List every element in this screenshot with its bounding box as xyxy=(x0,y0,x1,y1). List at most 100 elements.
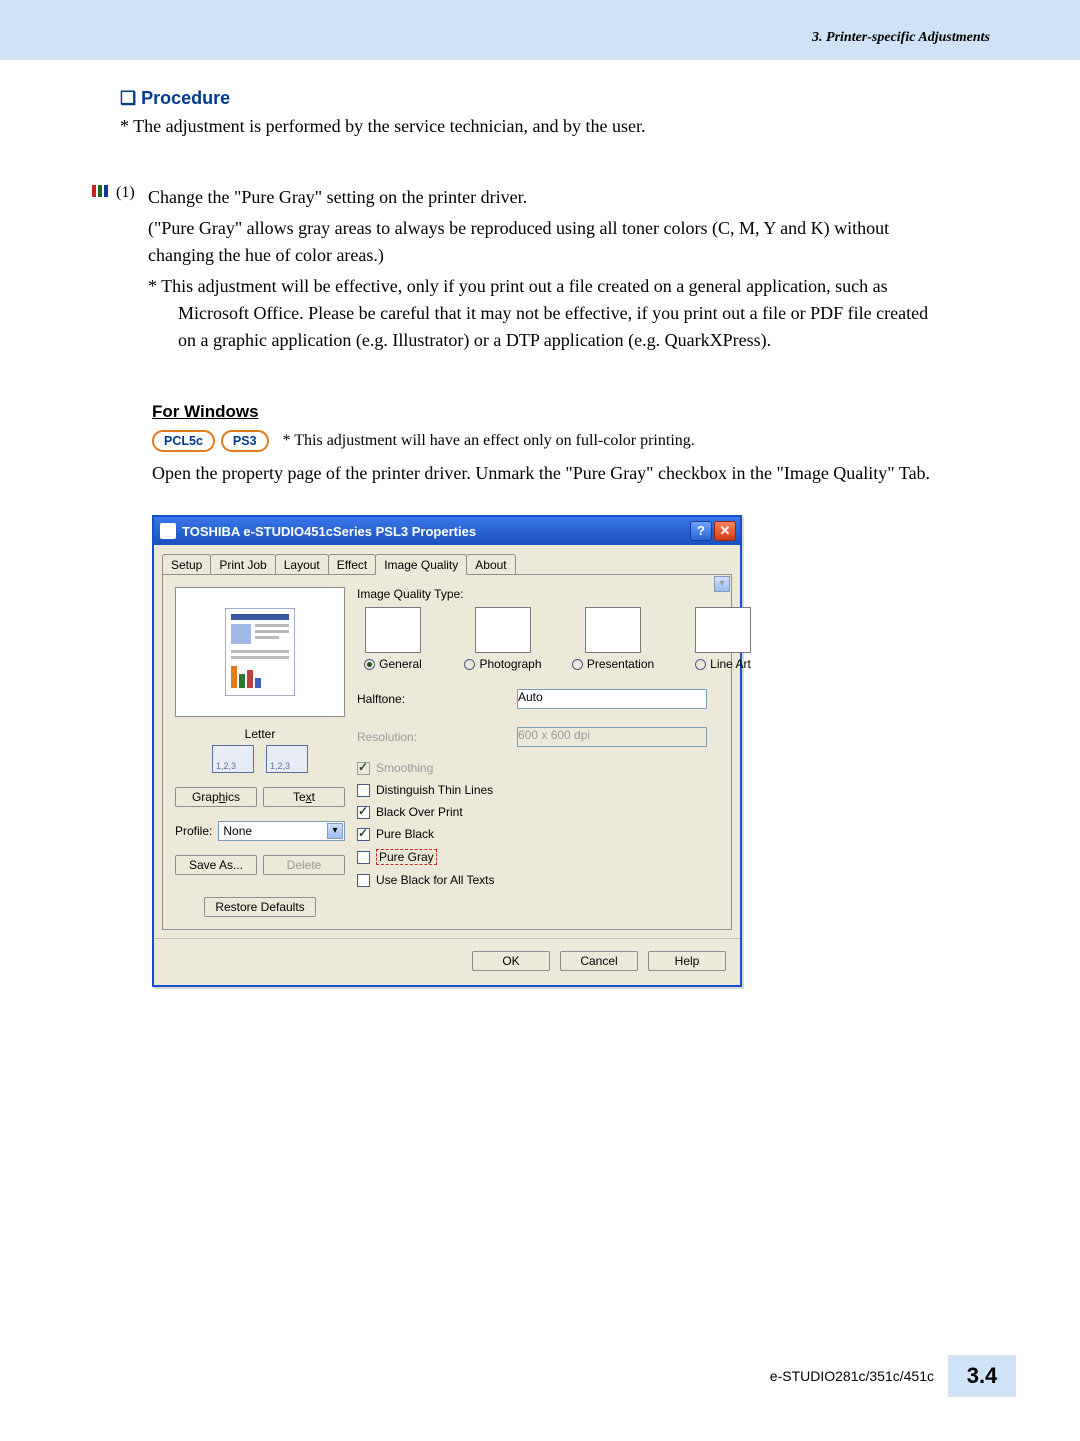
image-quality-type-row: General Photograph Presentation Line Art xyxy=(357,607,759,671)
printer-icon xyxy=(160,523,176,539)
useblack-checkbox[interactable] xyxy=(357,874,370,887)
step-marker-icon xyxy=(92,184,110,198)
page-header-band: 3. Printer-specific Adjustments xyxy=(0,0,1080,60)
dialog-title: TOSHIBA e-STUDIO451cSeries PSL3 Properti… xyxy=(182,524,476,539)
iqt-lineart-thumb xyxy=(695,607,751,653)
help-titlebar-button[interactable]: ? xyxy=(690,521,712,541)
delete-button: Delete xyxy=(263,855,345,875)
radio-presentation[interactable] xyxy=(572,659,583,670)
for-windows-heading: For Windows xyxy=(152,402,990,422)
tab-about[interactable]: About xyxy=(466,554,515,574)
halftone-select[interactable]: Auto▾ xyxy=(517,689,707,709)
paper-icons: 1,2,3 1,2,3 xyxy=(175,745,345,773)
tabs-row: Setup Print Job Layout Effect Image Qual… xyxy=(154,545,740,574)
procedure-heading: Procedure xyxy=(120,88,990,109)
tab-image-quality[interactable]: Image Quality xyxy=(375,554,467,575)
left-column: Letter 1,2,3 1,2,3 Graphics Text Profile… xyxy=(175,587,345,917)
radio-general-label: General xyxy=(379,657,422,671)
iqt-photo-thumb xyxy=(475,607,531,653)
iqt-photograph[interactable]: Photograph xyxy=(467,607,539,671)
smoothing-checkbox-row: Smoothing xyxy=(357,761,759,775)
puregray-checkbox[interactable] xyxy=(357,851,370,864)
halftone-value: Auto xyxy=(518,690,543,704)
close-icon[interactable]: ✕ xyxy=(714,521,736,541)
printer-properties-dialog: TOSHIBA e-STUDIO451cSeries PSL3 Properti… xyxy=(152,515,742,987)
badge-ps3: PS3 xyxy=(221,430,269,452)
save-delete-buttons: Save As... Delete xyxy=(175,855,345,875)
text-button[interactable]: Text xyxy=(263,787,345,807)
graphics-text-buttons: Graphics Text xyxy=(175,787,345,807)
distinguish-label: Distinguish Thin Lines xyxy=(376,783,493,797)
distinguish-checkbox[interactable] xyxy=(357,784,370,797)
image-quality-type-label: Image Quality Type: xyxy=(357,587,759,601)
step1-line2b: changing the hue of color areas.) xyxy=(148,242,990,269)
radio-photo-label: Photograph xyxy=(479,657,541,671)
tab-pane-image-quality: Letter 1,2,3 1,2,3 Graphics Text Profile… xyxy=(162,574,732,930)
restore-defaults-button[interactable]: Restore Defaults xyxy=(204,897,315,917)
step-1: (1) Change the "Pure Gray" setting on th… xyxy=(120,184,990,354)
tab-layout[interactable]: Layout xyxy=(275,554,329,574)
profile-label: Profile: xyxy=(175,824,212,838)
puregray-label: Pure Gray xyxy=(376,849,437,865)
graphics-button[interactable]: Graphics xyxy=(175,787,257,807)
resolution-row: Resolution: 600 x 600 dpi▾ xyxy=(357,727,759,747)
profile-value: None xyxy=(223,824,252,838)
step1-line1: Change the "Pure Gray" setting on the pr… xyxy=(148,184,990,211)
paper-tray-icon-2: 1,2,3 xyxy=(266,745,308,773)
smoothing-checkbox xyxy=(357,762,370,775)
page-footer: e-STUDIO281c/351c/451c 3.4 xyxy=(770,1355,1016,1397)
procedure-note: * The adjustment is performed by the ser… xyxy=(120,113,990,140)
smoothing-label: Smoothing xyxy=(376,761,433,775)
iqt-general-thumb xyxy=(365,607,421,653)
page-preview xyxy=(175,587,345,717)
radio-presentation-label: Presentation xyxy=(587,657,654,671)
tab-setup[interactable]: Setup xyxy=(162,554,211,574)
open-property-instruction: Open the property page of the printer dr… xyxy=(152,460,990,487)
chevron-down-icon: ▾ xyxy=(327,823,343,839)
useblack-checkbox-row[interactable]: Use Black for All Texts xyxy=(357,873,759,887)
right-column: Image Quality Type: General Photograph P… xyxy=(345,587,759,917)
dialog-footer: OK Cancel Help xyxy=(154,938,740,985)
radio-lineart[interactable] xyxy=(695,659,706,670)
iqt-presentation[interactable]: Presentation xyxy=(577,607,649,671)
badge-note: * This adjustment will have an effect on… xyxy=(283,432,695,450)
footer-model: e-STUDIO281c/351c/451c xyxy=(770,1368,934,1384)
halftone-row: Halftone: Auto▾ xyxy=(357,689,759,709)
iqt-general[interactable]: General xyxy=(357,607,429,671)
radio-lineart-label: Line Art xyxy=(710,657,751,671)
save-as-button[interactable]: Save As... xyxy=(175,855,257,875)
resolution-label: Resolution: xyxy=(357,730,517,744)
cancel-button[interactable]: Cancel xyxy=(560,951,638,971)
pureblack-checkbox[interactable] xyxy=(357,828,370,841)
step1-line3a: * This adjustment will be effective, onl… xyxy=(148,273,990,300)
restore-row: Restore Defaults xyxy=(175,897,345,917)
chevron-down-icon: ▾ xyxy=(714,576,730,592)
step1-line3b: Microsoft Office. Please be careful that… xyxy=(178,300,990,327)
pureblack-checkbox-row[interactable]: Pure Black xyxy=(357,827,759,841)
blackover-checkbox[interactable] xyxy=(357,806,370,819)
page-content: Procedure * The adjustment is performed … xyxy=(0,60,1080,987)
tab-print-job[interactable]: Print Job xyxy=(210,554,275,574)
dialog-titlebar[interactable]: TOSHIBA e-STUDIO451cSeries PSL3 Properti… xyxy=(154,517,740,545)
step1-line2a: ("Pure Gray" allows gray areas to always… xyxy=(148,215,990,242)
paper-tray-icon-1: 1,2,3 xyxy=(212,745,254,773)
badge-row: PCL5c PS3 * This adjustment will have an… xyxy=(152,430,990,452)
resolution-value: 600 x 600 dpi xyxy=(518,728,590,742)
ok-button[interactable]: OK xyxy=(472,951,550,971)
distinguish-checkbox-row[interactable]: Distinguish Thin Lines xyxy=(357,783,759,797)
tab-effect[interactable]: Effect xyxy=(328,554,376,574)
footer-section: 3.4 xyxy=(948,1355,1016,1397)
halftone-label: Halftone: xyxy=(357,692,517,706)
puregray-checkbox-row[interactable]: Pure Gray xyxy=(357,849,759,865)
pureblack-label: Pure Black xyxy=(376,827,434,841)
step1-line3c: on a graphic application (e.g. Illustrat… xyxy=(178,327,990,354)
help-button[interactable]: Help xyxy=(648,951,726,971)
radio-photograph[interactable] xyxy=(464,659,475,670)
profile-select[interactable]: None ▾ xyxy=(218,821,345,841)
badge-pcl5c: PCL5c xyxy=(152,430,215,452)
blackover-checkbox-row[interactable]: Black Over Print xyxy=(357,805,759,819)
paper-size-label: Letter xyxy=(175,727,345,741)
useblack-label: Use Black for All Texts xyxy=(376,873,495,887)
iqt-lineart[interactable]: Line Art xyxy=(687,607,759,671)
radio-general[interactable] xyxy=(364,659,375,670)
